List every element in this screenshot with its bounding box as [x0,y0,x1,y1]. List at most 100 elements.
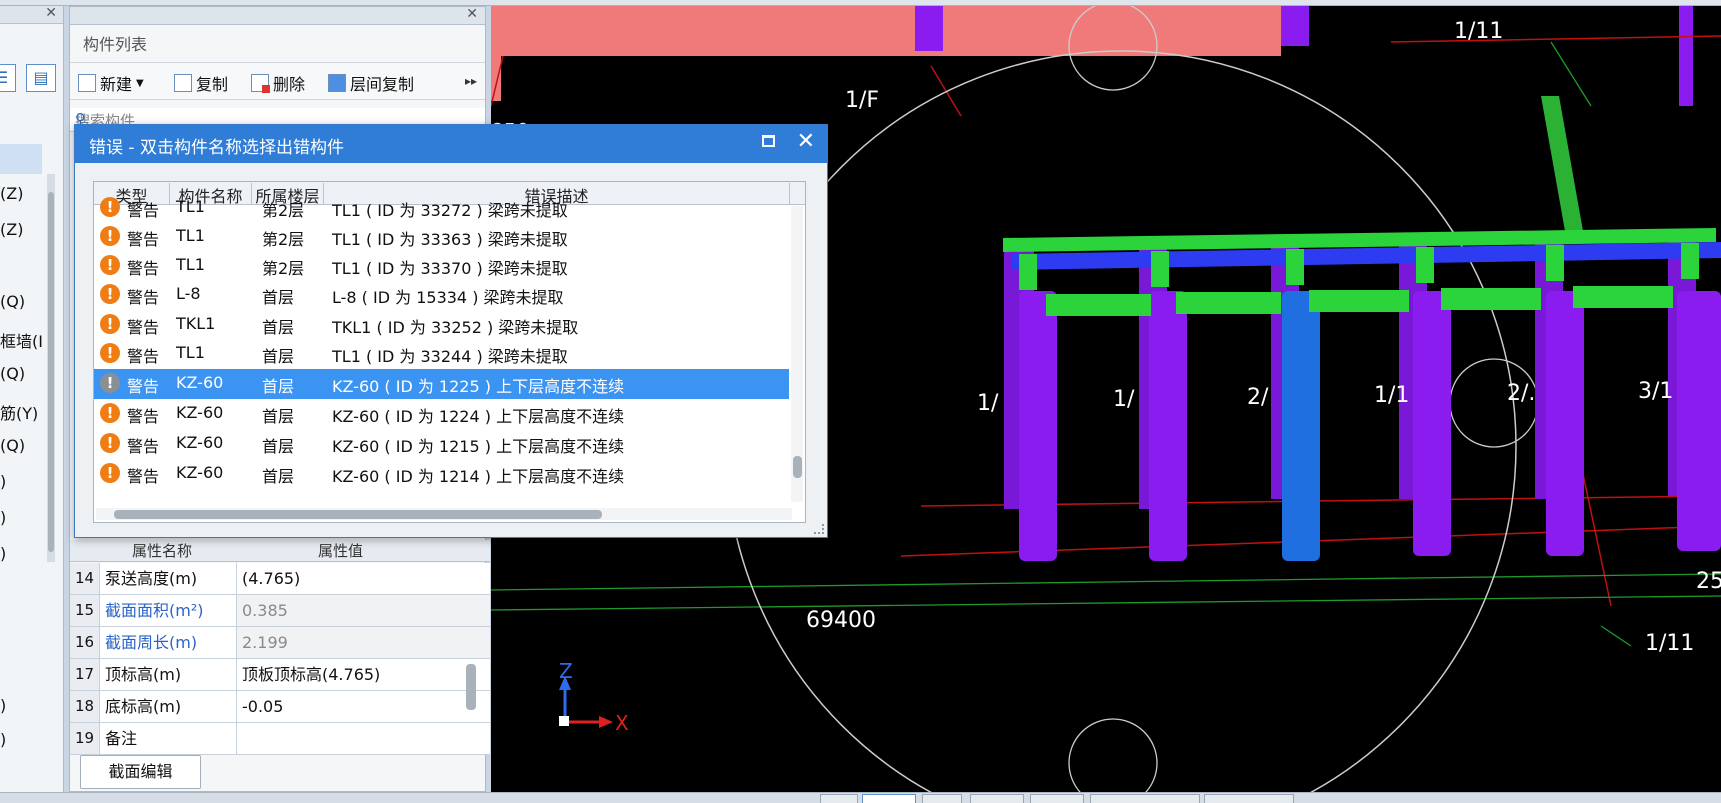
tree-item[interactable]: (Z) [0,184,23,203]
error-component-name[interactable]: TL1 [176,255,205,274]
new-button[interactable]: 新建 ▼ [78,71,144,95]
error-type: 警告 [127,288,160,307]
error-component-name[interactable]: KZ-60 [176,373,223,392]
delete-button[interactable]: 删除 [251,71,305,95]
layout-tab[interactable] [1204,794,1294,803]
error-row[interactable]: ! 警告 KZ-60 首层 KZ-60 ( ID 为 1224 ) 上下层高度不… [94,399,789,429]
property-scrollbar-thumb[interactable] [466,664,476,710]
close-icon[interactable]: ✕ [45,5,57,21]
error-description: TL1 ( ID 为 33363 ) 梁跨未提取 [332,230,568,249]
layout-tab[interactable] [922,794,962,803]
error-component-name[interactable]: TL1 [176,197,205,216]
tree-item[interactable]: (Q) [0,364,25,383]
more-options-icon[interactable]: ▸▸ [465,74,477,88]
warning-icon: ! [100,433,120,453]
tree-item[interactable]: ) [0,544,6,563]
layout-tab-active[interactable] [862,794,916,803]
property-row[interactable]: 18 底标高(m) -0.05 [70,691,490,723]
property-row[interactable]: 17 顶标高(m) 顶板顶标高(4.765) [70,659,490,691]
tree-item[interactable]: ) [0,730,6,749]
new-label: 新建 [100,75,133,94]
floor-copy-icon [328,74,346,92]
resize-grip-icon[interactable] [814,524,824,534]
horizontal-scrollbar[interactable] [96,508,792,520]
property-name-header: 属性名称 [132,542,193,560]
error-row[interactable]: ! 警告 TL1 首层 TL1 ( ID 为 33244 ) 梁跨未提取 [94,339,789,369]
dialog-title-bar[interactable]: 错误 - 双击构件名称选择出错构件 ✕ [75,125,827,163]
error-component-name[interactable]: KZ-60 [176,433,223,452]
tree-item[interactable]: ) [0,472,6,491]
scroll-thumb[interactable] [114,510,602,519]
layout-tab[interactable] [1030,794,1084,803]
error-row-selected[interactable]: ! 警告 KZ-60 首层 KZ-60 ( ID 为 1225 ) 上下层高度不… [94,369,789,399]
tree-item[interactable]: ) [0,696,6,715]
tree-item[interactable]: 框墙(I [0,328,43,352]
error-component-name[interactable]: L-8 [176,284,201,303]
layout-tab[interactable] [820,794,858,803]
layout-tab[interactable] [1090,794,1200,803]
list-view-icon[interactable]: ☰ [0,64,16,92]
property-row[interactable]: 16 截面周长(m) 2.199 [70,627,490,659]
property-value[interactable]: 顶板顶标高(4.765) [237,659,490,690]
property-row[interactable]: 14 泵送高度(m) (4.765) [70,563,490,595]
floor-copy-button[interactable]: 层间复制 [328,71,414,95]
detail-view-icon[interactable]: ▤ [26,64,56,92]
warning-icon: ! [100,343,120,363]
error-component-name[interactable]: KZ-60 [176,403,223,422]
copy-button[interactable]: 复制 [174,71,228,95]
error-type: 警告 [127,437,160,456]
error-row[interactable]: ! 警告 TKL1 首层 TKL1 ( ID 为 33252 ) 梁跨未提取 [94,310,789,340]
error-description: TKL1 ( ID 为 33252 ) 梁跨未提取 [332,318,579,337]
error-description: TL1 ( ID 为 33244 ) 梁跨未提取 [332,347,568,366]
row-number: 18 [70,691,100,722]
selected-tree-item[interactable] [0,144,42,174]
section-edit-button[interactable]: 截面编辑 [80,755,201,789]
error-row[interactable]: ! 警告 TL1 第2层 TL1 ( ID 为 33370 ) 梁跨未提取 [94,251,789,281]
tree-item[interactable]: ) [0,508,6,527]
error-component-name[interactable]: TL1 [176,226,205,245]
floor-copy-label: 层间复制 [350,75,415,94]
error-row[interactable]: ! 警告 L-8 首层 L-8 ( ID 为 15334 ) 梁跨未提取 [94,280,789,310]
property-row[interactable]: 19 备注 [70,723,490,755]
scroll-thumb[interactable] [793,456,802,478]
property-name: 截面周长(m) [101,627,237,658]
error-row[interactable]: ! 警告 TL1 第2层 TL1 ( ID 为 33363 ) 梁跨未提取 [94,222,789,252]
tree-item[interactable]: (Z) [0,220,23,239]
left-scrollbar[interactable] [47,174,55,562]
maximize-icon[interactable] [762,135,775,147]
tree-item[interactable]: (Q) [0,292,25,311]
error-row[interactable]: ! 警告 TL1 第2层 TL1 ( ID 为 33272 ) 梁跨未提取 [94,193,789,223]
property-row[interactable]: 15 截面面积(m²) 0.385 [70,595,490,627]
tree-item[interactable]: (Q) [0,436,25,455]
error-component-name[interactable]: TL1 [176,343,205,362]
property-table-header: 属性名称 属性值 [70,540,490,562]
component-panel-header: ✕ [70,6,485,25]
error-component-name[interactable]: TKL1 [176,314,215,333]
copy-icon [174,74,192,92]
error-component-name[interactable]: KZ-60 [176,463,223,482]
error-type: 警告 [127,318,160,337]
property-name: 备注 [101,723,237,754]
property-value[interactable]: -0.05 [237,691,490,722]
row-number: 15 [70,595,100,626]
error-row[interactable]: ! 警告 KZ-60 首层 KZ-60 ( ID 为 1215 ) 上下层高度不… [94,429,789,459]
axis-label-1-11-top: 1/11 [1454,19,1503,44]
vertical-scrollbar[interactable] [791,206,803,502]
warning-icon: ! [100,314,120,334]
z-axis-label: Z [559,659,573,683]
close-icon[interactable]: ✕ [797,129,815,154]
row-number: 19 [70,723,100,754]
layout-tab[interactable] [970,794,1024,803]
tree-item[interactable]: 筋(Y) [0,400,38,424]
error-row[interactable]: ! 警告 KZ-60 首层 KZ-60 ( ID 为 1214 ) 上下层高度不… [94,459,789,489]
component-list-title: 构件列表 [83,35,148,54]
close-icon[interactable]: ✕ [466,6,478,22]
error-floor: 首层 [262,407,295,426]
column-axis-label: 2/ [1247,385,1269,410]
scroll-thumb[interactable] [48,192,54,552]
error-description: TL1 ( ID 为 33272 ) 梁跨未提取 [332,201,568,220]
property-value[interactable]: (4.765) [237,563,490,594]
property-name: 截面面积(m²) [101,595,237,626]
dropdown-arrow-icon[interactable]: ▼ [136,78,144,89]
property-value[interactable] [237,723,490,754]
